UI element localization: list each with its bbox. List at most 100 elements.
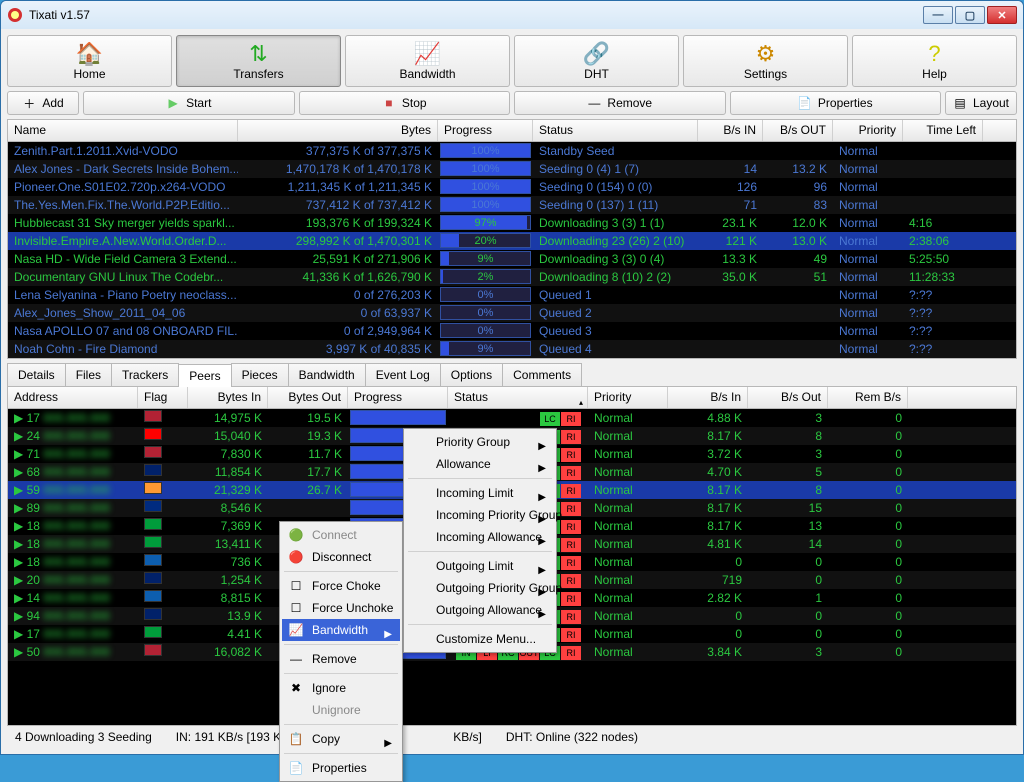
stop-button[interactable]: ■Stop	[299, 91, 511, 115]
start-button[interactable]: ▶Start	[83, 91, 295, 115]
peer-col-progress[interactable]: Progress	[348, 387, 448, 408]
peer-row[interactable]: ▶ 17 000.000.00014,975 K19.5 KLCRINormal…	[8, 409, 1016, 427]
checkbox-icon: ☐	[288, 600, 304, 616]
peer-col-bytes-in[interactable]: Bytes In	[188, 387, 268, 408]
tab-details[interactable]: Details	[7, 363, 66, 386]
bandwidth-submenu[interactable]: Priority Group▶Allowance▶ Incoming Limit▶…	[403, 428, 557, 653]
flag-icon	[144, 518, 162, 530]
main-home-button[interactable]: 🏠Home	[7, 35, 172, 87]
peer-col-rem-b-s[interactable]: Rem B/s	[828, 387, 908, 408]
menu-item-force-unchoke[interactable]: ☐Force Unchoke	[282, 597, 400, 619]
tab-comments[interactable]: Comments	[502, 363, 582, 386]
peers-header[interactable]: AddressFlagBytes InBytes OutProgressStat…	[8, 387, 1016, 409]
transfer-row[interactable]: Noah Cohn - Fire Diamond3,997 K of 40,83…	[8, 340, 1016, 358]
col-name[interactable]: Name	[8, 120, 238, 141]
menu-item-ignore[interactable]: ✖Ignore	[282, 677, 400, 699]
col-priority[interactable]: Priority	[833, 120, 903, 141]
menu-item-properties[interactable]: 📄Properties	[282, 757, 400, 779]
close-button[interactable]: ✕	[987, 6, 1017, 24]
main-dht-button[interactable]: 🔗DHT	[514, 35, 679, 87]
transfer-row[interactable]: Pioneer.One.S01E02.720p.x264-VODO1,211,3…	[8, 178, 1016, 196]
peer-col-status[interactable]: Status▴	[448, 387, 588, 408]
maximize-button[interactable]: ▢	[955, 6, 985, 24]
layout-button[interactable]: ▤Layout	[945, 91, 1017, 115]
menu-item-incoming-allowance[interactable]: Incoming Allowance▶	[406, 526, 554, 548]
col-status[interactable]: Status	[533, 120, 698, 141]
context-menu[interactable]: 🟢Connect🔴Disconnect☐Force Choke☐Force Un…	[279, 521, 403, 782]
col-b-s-out[interactable]: B/s OUT	[763, 120, 833, 141]
peer-col-b-s-out[interactable]: B/s Out	[748, 387, 828, 408]
plus-icon: ＋	[22, 96, 36, 110]
home-icon: 🏠	[76, 42, 104, 66]
col-b-s-in[interactable]: B/s IN	[698, 120, 763, 141]
menu-item-incoming-limit[interactable]: Incoming Limit▶	[406, 482, 554, 504]
transfers-header[interactable]: NameBytesProgressStatusB/s INB/s OUTPrio…	[8, 120, 1016, 142]
flag-icon	[144, 590, 162, 602]
menu-separator	[408, 624, 552, 625]
peer-col-b-s-in[interactable]: B/s In	[668, 387, 748, 408]
main-bandwidth-button[interactable]: 📈Bandwidth	[345, 35, 510, 87]
submenu-arrow-icon: ▶	[384, 624, 392, 646]
window-title: Tixati v1.57	[29, 8, 90, 22]
menu-item-bandwidth[interactable]: 📈Bandwidth▶	[282, 619, 400, 641]
transfer-row[interactable]: The.Yes.Men.Fix.The.World.P2P.Editio...7…	[8, 196, 1016, 214]
ignore-icon: ✖	[288, 680, 304, 696]
menu-item-outgoing-limit[interactable]: Outgoing Limit▶	[406, 555, 554, 577]
peer-col-priority[interactable]: Priority	[588, 387, 668, 408]
menu-item-outgoing-priority-group[interactable]: Outgoing Priority Group▶	[406, 577, 554, 599]
help-icon: ?	[921, 42, 949, 66]
transfers-body[interactable]: Zenith.Part.1.2011.Xvid-VODO377,375 K of…	[8, 142, 1016, 358]
transfer-row[interactable]: Nasa HD - Wide Field Camera 3 Extend...2…	[8, 250, 1016, 268]
menu-item-disconnect[interactable]: 🔴Disconnect	[282, 546, 400, 568]
tab-trackers[interactable]: Trackers	[111, 363, 179, 386]
tab-files[interactable]: Files	[65, 363, 112, 386]
flag-icon	[144, 410, 162, 422]
submenu-arrow-icon: ▶	[384, 733, 392, 755]
menu-item-incoming-priority-group[interactable]: Incoming Priority Group▶	[406, 504, 554, 526]
peer-col-flag[interactable]: Flag	[138, 387, 188, 408]
transfer-row[interactable]: Invisible.Empire.A.New.World.Order.D...2…	[8, 232, 1016, 250]
menu-item-remove[interactable]: —Remove	[282, 648, 400, 670]
tab-peers[interactable]: Peers	[178, 364, 231, 387]
col-bytes[interactable]: Bytes	[238, 120, 438, 141]
main-toolbar: 🏠Home⇅Transfers📈Bandwidth🔗DHT⚙Settings?H…	[7, 35, 1017, 87]
transfer-row[interactable]: Hubblecast 31 Sky merger yields sparkl..…	[8, 214, 1016, 232]
transfer-row[interactable]: Documentary GNU Linux The Codebr...41,33…	[8, 268, 1016, 286]
tab-event-log[interactable]: Event Log	[365, 363, 441, 386]
menu-item-allowance[interactable]: Allowance▶	[406, 453, 554, 475]
main-help-button[interactable]: ?Help	[852, 35, 1017, 87]
menu-item-priority-group[interactable]: Priority Group▶	[406, 431, 554, 453]
tab-options[interactable]: Options	[440, 363, 503, 386]
menu-item-force-choke[interactable]: ☐Force Choke	[282, 575, 400, 597]
menu-item-copy[interactable]: 📋Copy▶	[282, 728, 400, 750]
menu-item-customize-menu-[interactable]: Customize Menu...	[406, 628, 554, 650]
main-transfers-button[interactable]: ⇅Transfers	[176, 35, 341, 87]
add-button[interactable]: ＋Add	[7, 91, 79, 115]
transfer-row[interactable]: Zenith.Part.1.2011.Xvid-VODO377,375 K of…	[8, 142, 1016, 160]
settings-icon: ⚙	[752, 42, 780, 66]
transfers-table: NameBytesProgressStatusB/s INB/s OUTPrio…	[7, 119, 1017, 359]
status-downloading: 4 Downloading 3 Seeding	[15, 726, 152, 748]
transfer-row[interactable]: Nasa APOLLO 07 and 08 ONBOARD FIL...0 of…	[8, 322, 1016, 340]
transfer-row[interactable]: Alex Jones - Dark Secrets Inside Bohem..…	[8, 160, 1016, 178]
flag-icon	[144, 464, 162, 476]
peer-col-address[interactable]: Address	[8, 387, 138, 408]
properties-icon: 📄	[288, 760, 304, 776]
status-in: IN: 191 KB/s [193 KB	[176, 726, 289, 748]
menu-separator	[284, 673, 398, 674]
minimize-button[interactable]: —	[923, 6, 953, 24]
menu-item-outgoing-allowance[interactable]: Outgoing Allowance▶	[406, 599, 554, 621]
col-time-left[interactable]: Time Left	[903, 120, 983, 141]
col-progress[interactable]: Progress	[438, 120, 533, 141]
tab-bandwidth[interactable]: Bandwidth	[288, 363, 366, 386]
titlebar[interactable]: Tixati v1.57 — ▢ ✕	[1, 1, 1023, 29]
tab-pieces[interactable]: Pieces	[231, 363, 289, 386]
main-settings-button[interactable]: ⚙Settings	[683, 35, 848, 87]
flag-icon	[144, 482, 162, 494]
transfer-row[interactable]: Alex_Jones_Show_2011_04_060 of 63,937 K0…	[8, 304, 1016, 322]
remove-button[interactable]: —Remove	[514, 91, 726, 115]
menu-separator	[408, 551, 552, 552]
peer-col-bytes-out[interactable]: Bytes Out	[268, 387, 348, 408]
properties-button[interactable]: 📄Properties	[730, 91, 942, 115]
transfer-row[interactable]: Lena Selyanina - Piano Poetry neoclass..…	[8, 286, 1016, 304]
